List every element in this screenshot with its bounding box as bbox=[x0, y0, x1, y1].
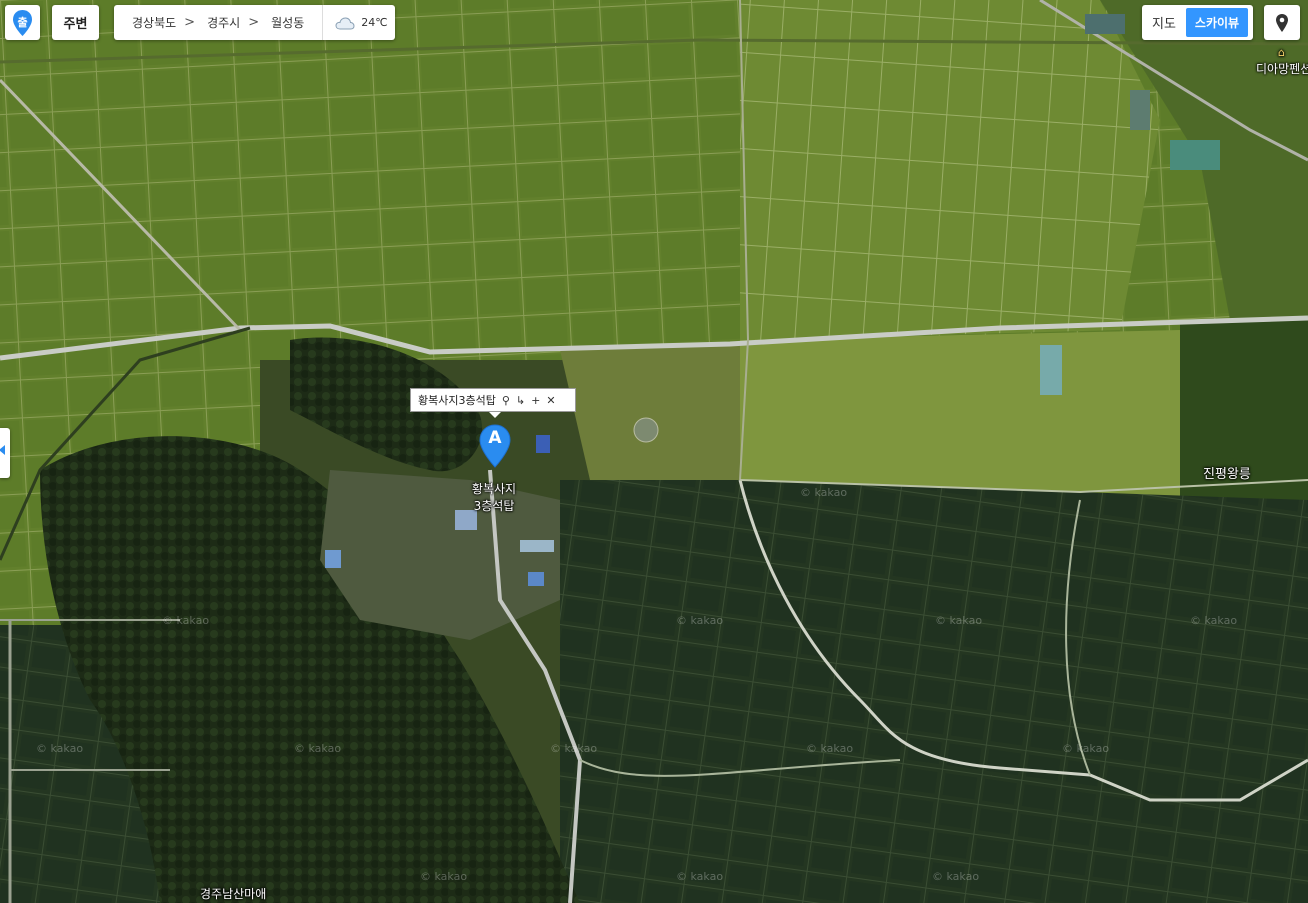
watermark: © kakao bbox=[800, 486, 848, 499]
map-type-toggle: 지도 스카이뷰 bbox=[1142, 5, 1253, 40]
marker-letter: A bbox=[488, 428, 502, 448]
place-label-line2: 3층석탑 bbox=[473, 499, 515, 513]
chevron-right-icon: > bbox=[184, 15, 196, 30]
breadcrumb-dong[interactable]: 월성동 bbox=[259, 14, 304, 31]
pin-icon[interactable]: ⚲ bbox=[502, 394, 510, 407]
my-location-button[interactable] bbox=[1264, 5, 1300, 40]
breadcrumb-city[interactable]: 경주시 bbox=[195, 14, 240, 31]
temperature: 24℃ bbox=[361, 16, 388, 29]
watermark: © kakao bbox=[676, 870, 724, 883]
info-window-title[interactable]: 황복사지3층석탑 bbox=[418, 392, 496, 408]
around-button[interactable]: 주변 bbox=[52, 5, 99, 40]
side-panel-toggle[interactable] bbox=[0, 428, 10, 478]
start-button-label: 출 bbox=[17, 16, 28, 29]
map-type-map-button[interactable]: 지도 bbox=[1142, 13, 1186, 32]
place-label-jinpyeong[interactable]: 진평왕릉 bbox=[1203, 463, 1251, 482]
marker-info-window: 황복사지3층석탑 ⚲ ↳ + ✕ bbox=[410, 388, 576, 418]
route-icon[interactable]: ↳ bbox=[516, 394, 525, 407]
watermark: © kakao bbox=[932, 870, 980, 883]
watermark: © kakao bbox=[806, 742, 854, 755]
chevron-left-icon bbox=[0, 445, 5, 455]
cloud-icon bbox=[335, 16, 355, 29]
breadcrumb-province[interactable]: 경상북도 bbox=[114, 14, 176, 31]
house-icon: ⌂ bbox=[1278, 46, 1285, 59]
map-type-skyview-button[interactable]: 스카이뷰 bbox=[1186, 8, 1248, 37]
place-label-line1: 황복사지 bbox=[471, 482, 517, 496]
watermark: © kakao bbox=[36, 742, 84, 755]
watermark: © kakao bbox=[550, 742, 598, 755]
place-label-namsan[interactable]: 경주남산마애 bbox=[200, 885, 266, 902]
watermark: © kakao bbox=[1062, 742, 1110, 755]
place-label-diamond-pension[interactable]: ⌂ 디아망펜션 bbox=[1256, 46, 1308, 77]
location-pin-icon bbox=[1276, 13, 1288, 32]
watermark: © kakao bbox=[294, 742, 342, 755]
plus-icon[interactable]: + bbox=[531, 394, 540, 407]
map-marker-a[interactable]: A bbox=[479, 424, 511, 468]
watermark: © kakao bbox=[935, 614, 983, 627]
watermark: © kakao bbox=[420, 870, 468, 883]
close-icon[interactable]: ✕ bbox=[546, 394, 555, 407]
breadcrumb: 경상북도 > 경주시 > 월성동 24℃ bbox=[114, 5, 395, 40]
start-button[interactable]: 출 bbox=[5, 5, 40, 40]
satellite-map[interactable] bbox=[0, 0, 1308, 903]
chevron-right-icon: > bbox=[248, 15, 260, 30]
watermark: © kakao bbox=[162, 614, 210, 627]
place-label-marker[interactable]: 황복사지 3층석탑 bbox=[462, 480, 526, 514]
watermark: © kakao bbox=[1190, 614, 1238, 627]
weather-widget[interactable]: 24℃ bbox=[322, 5, 388, 40]
watermark: © kakao bbox=[676, 614, 724, 627]
